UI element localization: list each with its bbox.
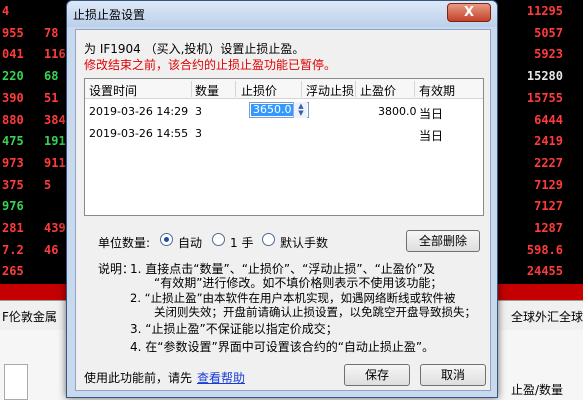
col-header-time[interactable]: 设置时间 bbox=[89, 82, 137, 99]
unit-auto-label[interactable]: 自动 bbox=[178, 234, 202, 251]
unit-auto-radio[interactable] bbox=[160, 233, 173, 246]
col-separator bbox=[191, 81, 192, 97]
stop-settings-table: 设置时间 数量 止损价 浮动止损 止盈价 有效期 2019-03-26 14:2… bbox=[84, 78, 484, 216]
row1-validity[interactable]: 当日 bbox=[419, 105, 443, 122]
row2-qty[interactable]: 3 bbox=[195, 127, 202, 140]
stop-loss-profit-dialog: 止损止盈设置 X 为 IF1904 （买入,投机）设置止损止盈。 修改结束之前，… bbox=[66, 0, 498, 398]
quote-amount: 2227 bbox=[534, 155, 563, 170]
unit-quantity-row: 单位数量: 自动 1 手 默认手数 全部删除 bbox=[84, 230, 484, 252]
quote-value: 475 bbox=[2, 134, 24, 149]
quote-value: 4 bbox=[2, 4, 10, 18]
note-3: 3. “止损止盈”不保证能以指定价成交； bbox=[130, 322, 338, 336]
unit-label: 单位数量: bbox=[98, 236, 151, 250]
close-icon: X bbox=[463, 5, 475, 20]
quote-value: 041 bbox=[2, 47, 24, 62]
close-button[interactable]: X bbox=[447, 3, 491, 22]
quote-value: 880 bbox=[2, 112, 24, 127]
quote-amount: 2419 bbox=[534, 134, 563, 149]
market-tab-forex[interactable]: 全球外汇 bbox=[511, 308, 559, 325]
quote-amount: 24455 bbox=[526, 264, 563, 279]
quote-value: 390 bbox=[2, 90, 24, 105]
quote-volume: 78 bbox=[44, 25, 59, 40]
quote-value: 976 bbox=[2, 199, 24, 214]
quote-volume: 5 bbox=[44, 177, 52, 192]
quote-amount: 1287 bbox=[534, 221, 563, 235]
save-button[interactable]: 保存 bbox=[344, 364, 410, 386]
col-header-float-stop[interactable]: 浮动止损 bbox=[306, 82, 354, 99]
col-separator bbox=[414, 81, 415, 97]
row1-take-profit[interactable]: 3800.0 bbox=[378, 105, 417, 118]
quote-amount: 598.6 bbox=[526, 242, 563, 257]
unit-one-lot-label[interactable]: 1 手 bbox=[230, 234, 253, 251]
dialog-footer: 使用此功能前，请先 查看帮助 保存 取消 bbox=[84, 364, 486, 388]
lower-column-header: 止盈/数量 bbox=[510, 383, 563, 397]
dialog-title: 止损止盈设置 bbox=[73, 8, 146, 22]
row1-time[interactable]: 2019-03-26 14:29 bbox=[89, 105, 188, 118]
quote-value: 265 bbox=[2, 264, 24, 279]
row2-validity[interactable]: 当日 bbox=[419, 127, 443, 144]
col-separator bbox=[235, 81, 236, 97]
col-separator bbox=[301, 81, 302, 97]
dialog-body: 为 IF1904 （买入,投机）设置止损止盈。 修改结束之前，该合约的止损止盈功… bbox=[75, 29, 491, 391]
stop-loss-value: 3650.0 bbox=[251, 103, 294, 116]
quote-volume: 439 bbox=[44, 221, 66, 235]
dialog-titlebar[interactable]: 止损止盈设置 X bbox=[67, 1, 497, 27]
quote-amount: 7129 bbox=[534, 177, 563, 192]
col-header-take-profit[interactable]: 止盈价 bbox=[360, 82, 396, 99]
spin-down-icon[interactable]: ▼ bbox=[294, 109, 308, 117]
note-4: 4. 在“参数设置”界面中可设置该合约的“自动止损止盈”。 bbox=[130, 340, 435, 354]
quote-table-left: 4 955 78 041 116 220 68 390 51 880 384 475 191 973 911… bbox=[0, 0, 70, 300]
quote-amount: 15280 bbox=[526, 69, 563, 84]
help-link[interactable]: 查看帮助 bbox=[197, 369, 245, 386]
quote-volume: 384 bbox=[44, 112, 66, 127]
quote-amount: 15755 bbox=[526, 90, 563, 105]
delete-all-button[interactable]: 全部删除 bbox=[406, 230, 480, 252]
quote-volume: 116 bbox=[44, 47, 66, 62]
contract-description: 为 IF1904 （买入,投机）设置止损止盈。 bbox=[84, 42, 305, 56]
quote-volume: 46 bbox=[44, 242, 59, 257]
quote-value: 375 bbox=[2, 177, 24, 192]
note-1-cont: “有效期”进行修改。如不填价格则表示不使用该功能； bbox=[154, 276, 443, 290]
quote-volume: 68 bbox=[44, 69, 59, 84]
notes-title: 说明： bbox=[98, 262, 135, 276]
stop-loss-spinner[interactable]: ▲ ▼ bbox=[293, 102, 307, 118]
quote-value: 973 bbox=[2, 155, 24, 170]
quote-value: 220 bbox=[2, 69, 24, 84]
quote-value: 955 bbox=[2, 25, 24, 40]
lower-scrollbar[interactable] bbox=[4, 364, 28, 400]
quote-amount: 11295 bbox=[526, 4, 563, 18]
market-tab-global[interactable]: 全球 bbox=[559, 308, 583, 325]
col-header-validity[interactable]: 有效期 bbox=[419, 82, 455, 99]
help-prefix: 使用此功能前，请先 bbox=[84, 371, 193, 385]
col-separator bbox=[355, 81, 356, 97]
unit-one-lot-radio[interactable] bbox=[212, 233, 225, 246]
quote-amount: 6444 bbox=[534, 112, 563, 127]
table-header: 设置时间 数量 止损价 浮动止损 止盈价 有效期 bbox=[85, 79, 483, 99]
col-header-stop-loss[interactable]: 止损价 bbox=[241, 82, 277, 99]
quote-value: 7.2 bbox=[2, 242, 24, 257]
row1-qty[interactable]: 3 bbox=[195, 105, 202, 118]
quote-amount: 7127 bbox=[534, 199, 563, 214]
unit-default-radio[interactable] bbox=[262, 233, 275, 246]
quote-volume: 51 bbox=[44, 90, 59, 105]
col-header-qty[interactable]: 数量 bbox=[195, 82, 219, 99]
quote-volume: 191 bbox=[44, 134, 66, 149]
quote-amount: 5057 bbox=[534, 25, 563, 40]
quote-table-right: 11295 5057 5923 15280 15755 6444 2419 2227 7129 7… bbox=[498, 0, 583, 300]
pause-warning: 修改结束之前，该合约的止损止盈功能已暂停。 bbox=[84, 58, 337, 72]
unit-default-label[interactable]: 默认手数 bbox=[280, 234, 328, 251]
quote-value: 281 bbox=[2, 221, 24, 235]
quote-volume: 911 bbox=[44, 155, 66, 170]
row2-time[interactable]: 2019-03-26 14:55 bbox=[89, 127, 188, 140]
market-tab-lme[interactable]: F伦敦金属 bbox=[2, 308, 57, 325]
cancel-button[interactable]: 取消 bbox=[420, 364, 486, 386]
quote-amount: 5923 bbox=[534, 47, 563, 62]
note-2-cont: 关闭则失效；开盘前请确认止损设置，以免跳空开盘导致损失； bbox=[154, 305, 476, 319]
